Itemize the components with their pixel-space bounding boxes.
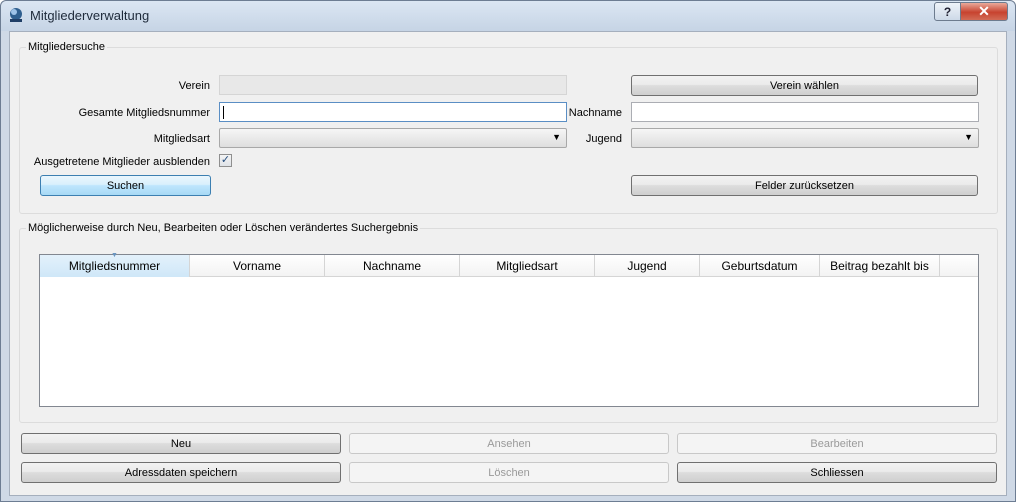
nachname-label: Nachname [568, 107, 622, 119]
ausgetretene-checkbox[interactable]: ✓ [219, 154, 232, 167]
window-title: Mitgliederverwaltung [30, 8, 150, 23]
edit-button[interactable]: Bearbeiten [677, 433, 997, 454]
mitgliedsnummer-label: Gesamte Mitgliedsnummer [78, 107, 210, 119]
chevron-down-icon: ▼ [552, 132, 561, 142]
column-header-beitrag[interactable]: Beitrag bezahlt bis [820, 255, 940, 277]
client-area: Mitgliedersuche Verein Verein wählen Ges… [9, 31, 1007, 496]
sort-down-icon: ▼ [111, 252, 118, 259]
search-button[interactable]: Suchen [40, 175, 211, 196]
text-caret [223, 106, 224, 119]
column-header-mitgliedsart[interactable]: Mitgliedsart [460, 255, 595, 277]
help-button[interactable]: ? [934, 2, 961, 21]
new-button[interactable]: Neu [21, 433, 341, 454]
close-window-button[interactable]: ✕ [960, 2, 1008, 21]
title-bar[interactable]: Mitgliederverwaltung ? ✕ [1, 1, 1015, 31]
save-address-button[interactable]: Adressdaten speichern [21, 462, 341, 483]
globe-icon [10, 8, 22, 22]
column-header-geburtsdatum[interactable]: Geburtsdatum [700, 255, 820, 277]
chevron-down-icon: ▼ [964, 132, 973, 142]
column-header-vorname[interactable]: Vorname [190, 255, 325, 277]
search-group-title: Mitgliedersuche [26, 41, 108, 53]
table-header: ▼ Mitgliedsnummer Vorname Nachname Mitgl… [40, 252, 978, 277]
ausgetretene-label: Ausgetretene Mitglieder ausblenden [33, 156, 210, 168]
mitgliedsart-label: Mitgliedsart [153, 133, 210, 145]
mitgliedsnummer-input[interactable] [219, 102, 567, 122]
app-window: Mitgliederverwaltung ? ✕ Mitgliedersuche… [0, 0, 1016, 502]
delete-button[interactable]: Löschen [349, 462, 669, 483]
nachname-input[interactable] [631, 102, 979, 122]
verein-label: Verein [178, 80, 210, 92]
column-header-nachname[interactable]: Nachname [325, 255, 460, 277]
view-button[interactable]: Ansehen [349, 433, 669, 454]
verein-field [219, 75, 567, 95]
reset-fields-button[interactable]: Felder zurücksetzen [631, 175, 978, 196]
results-table[interactable]: ▼ Mitgliedsnummer Vorname Nachname Mitgl… [39, 252, 979, 407]
close-button[interactable]: Schliessen [677, 462, 997, 483]
column-header-mitgliedsnummer[interactable]: ▼ Mitgliedsnummer [40, 252, 190, 277]
jugend-select[interactable]: ▼ [631, 128, 979, 148]
results-group-title: Möglicherweise durch Neu, Bearbeiten ode… [26, 222, 421, 234]
column-header-jugend[interactable]: Jugend [595, 255, 700, 277]
verein-waehlen-button[interactable]: Verein wählen [631, 75, 978, 96]
mitgliedsart-select[interactable]: ▼ [219, 128, 567, 148]
jugend-label: Jugend [585, 133, 622, 145]
